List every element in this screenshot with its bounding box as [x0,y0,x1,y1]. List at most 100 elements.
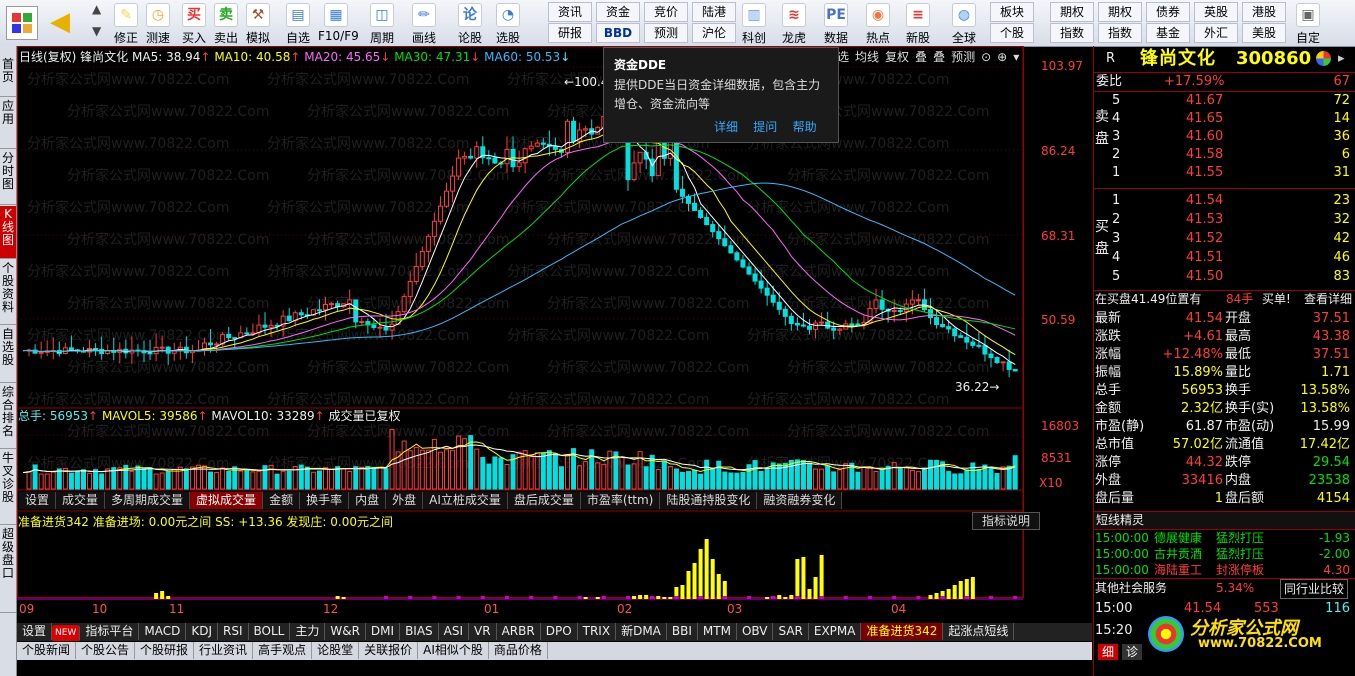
kline-chart-area[interactable]: 分析家公式网www.70822.Com 分析家公式网www.70822.Com 分析… [17,46,1092,616]
volume-subtab-4[interactable]: 金额 [263,492,301,509]
buy-level-row[interactable]: 1 41.54 23 [1094,192,1355,210]
buy-button[interactable]: 买买入 [176,2,212,45]
left-tab-1[interactable]: 应用 [0,98,16,149]
volume-subtab-11[interactable]: 陆股通持股变化 [660,492,758,509]
order-status-detail-link[interactable]: 查看详细 [1304,291,1352,308]
volume-subtab-7[interactable]: 外盘 [386,492,424,509]
toolbar-link-top[interactable]: 陆港 [692,2,736,22]
back-arrow-icon[interactable]: ◀ [50,8,70,36]
indicator-tab-22[interactable]: 准备进货342 [861,623,944,640]
clock-button[interactable]: ◷ 测速 [140,2,176,45]
sell-level-row[interactable]: 5 41.67 72 [1094,92,1355,110]
left-tab-5[interactable]: 自选股 [0,326,16,383]
toolbar-link-top[interactable]: 港股 [1242,2,1286,22]
chart-option-3[interactable]: 叠 [915,50,927,64]
left-tab-2[interactable]: 分时图 [0,150,16,205]
toolbar-link-bottom[interactable]: 个股 [990,23,1034,43]
indicator-tab-7[interactable]: 主力 [290,623,326,640]
indicator-tab-21[interactable]: EXPMA [809,623,862,640]
edit-button[interactable]: ✎ 修正 [108,2,144,45]
volume-subtab-3[interactable]: 虚拟成交量 [190,492,264,509]
globe-button[interactable]: ◍ 全球 [946,2,982,45]
windows-grid-icon[interactable] [6,6,38,40]
new-stock-button[interactable]: ≡ 新股 [900,2,936,45]
lock-icon[interactable]: ⊙ [981,50,991,64]
indicator-tab-2[interactable]: 指标平台 [80,623,140,640]
sell-level-row[interactable]: 3 41.60 36 [1094,128,1355,146]
toolbar-link-top[interactable]: 期权 [1098,2,1142,22]
favorites-button[interactable]: ▤ 自选 [280,2,316,45]
tooltip-help-link[interactable]: 帮助 [793,120,817,134]
left-tab-7[interactable]: 牛叉诊股 [0,450,16,525]
buy-level-row[interactable]: 2 41.53 32 [1094,211,1355,229]
indicator-tab-10[interactable]: BIAS [400,623,439,640]
detail-tab[interactable]: 细 [1098,644,1118,660]
indicator-tab-1[interactable]: NEW [52,625,81,641]
toolbar-link-top[interactable]: 资金 [596,2,640,22]
dropdown-icon[interactable]: ▾ [1013,50,1019,64]
period-button[interactable]: ◫ 周期 [364,2,400,45]
menu-arrow-icon[interactable]: ▸ [1338,48,1345,70]
data-button[interactable]: PE 数据 [818,2,854,45]
toolbar-link-bottom[interactable]: 外汇 [1194,23,1238,43]
news-tab-5[interactable]: 论股堂 [312,642,360,659]
volume-subtab-8[interactable]: AI立桩成交量 [423,492,508,509]
kechuang-button[interactable]: ▥ 科创 [736,2,772,45]
discuss-button[interactable]: 论论股 [452,2,488,45]
indicator-tab-23[interactable]: 起涨点短线 [943,623,1015,640]
indicator-tab-19[interactable]: OBV [737,623,774,640]
sector-compare-button[interactable]: 同行业比较 [1280,579,1349,599]
hot-button[interactable]: ◉ 热点 [860,2,896,45]
toolbar-link-top[interactable]: 期权 [1050,2,1094,22]
kline-chart-svg[interactable]: 分析家公式网www.70822.Com 分析家公式网www.70822.Com 分析… [17,46,1092,616]
toolbar-link-bottom[interactable]: 指数 [1050,23,1094,43]
toolbar-link-bottom[interactable]: 预测 [644,23,688,43]
pencil-button[interactable]: ✏ 画线 [406,2,442,45]
sector-name[interactable]: 其他社会服务 [1095,579,1167,597]
toolbar-link-top[interactable]: 板块 [990,2,1034,22]
indicator-tab-5[interactable]: RSI [218,623,249,640]
tooltip-detail-link[interactable]: 详细 [714,120,738,134]
volume-subtab-0[interactable]: 设置 [19,492,57,509]
select-stock-button[interactable]: ◔ 选股 [490,2,526,45]
volume-subtab-6[interactable]: 内盘 [349,492,387,509]
news-tab-6[interactable]: 关联报价 [359,642,419,659]
toolbar-link-top[interactable]: 英股 [1194,2,1238,22]
toolbar-link-bottom[interactable]: BBD [596,23,640,43]
dragon-tiger-button[interactable]: ≋ 龙虎 [776,2,812,45]
toolbar-link-bottom[interactable]: 基金 [1146,23,1190,43]
left-tab-0[interactable]: 首页 [0,56,16,97]
toolbar-link-bottom[interactable]: 指数 [1098,23,1142,43]
sell-button[interactable]: 卖卖出 [208,2,244,45]
short-elf-item[interactable]: 15:00:00 海陆重工 封涨停板 4.30 [1094,562,1355,578]
volume-subtab-1[interactable]: 成交量 [56,492,106,509]
chart-option-1[interactable]: 均线 [855,50,879,64]
indicator-tab-3[interactable]: MACD [139,623,187,640]
indicator-tab-16[interactable]: 新DMA [616,623,667,640]
news-tab-0[interactable]: 个股新闻 [17,642,77,659]
volume-subtab-2[interactable]: 多周期成交量 [105,492,191,509]
toolbar-link-bottom[interactable]: 美股 [1242,23,1286,43]
buy-level-row[interactable]: 4 41.51 46 [1094,249,1355,267]
magnify-icon[interactable]: ⊕ [997,50,1007,64]
hammer-button[interactable]: ⚒ 模拟 [240,2,276,45]
indicator-help-button[interactable]: 指标说明 [972,512,1040,530]
chart-option-5[interactable]: 预测 [951,50,975,64]
left-tab-8[interactable]: 超级盘口 [0,526,16,613]
left-tab-3[interactable]: K线图 [0,206,16,259]
indicator-tab-20[interactable]: SAR [773,623,809,640]
indicator-tab-17[interactable]: BBI [667,623,698,640]
volume-subtab-9[interactable]: 盘后成交量 [507,492,581,509]
indicator-tab-18[interactable]: MTM [698,623,737,640]
indicator-tab-11[interactable]: ASI [439,623,470,640]
news-tab-2[interactable]: 个股研报 [135,642,195,659]
indicator-tab-6[interactable]: BOLL [249,623,291,640]
toolbar-link-bottom[interactable]: 研报 [548,23,592,43]
custom-button[interactable]: ▣ 自定 [1290,2,1326,45]
indicator-tab-0[interactable]: 设置 [17,623,53,640]
news-tab-3[interactable]: 行业资讯 [194,642,254,659]
toolbar-link-top[interactable]: 竞价 [644,2,688,22]
news-tab-4[interactable]: 高手观点 [253,642,313,659]
short-elf-item[interactable]: 15:00:00 古井贡酒 猛烈打压 -2.00 [1094,546,1355,562]
chart-option-4[interactable]: 叠 [933,50,945,64]
